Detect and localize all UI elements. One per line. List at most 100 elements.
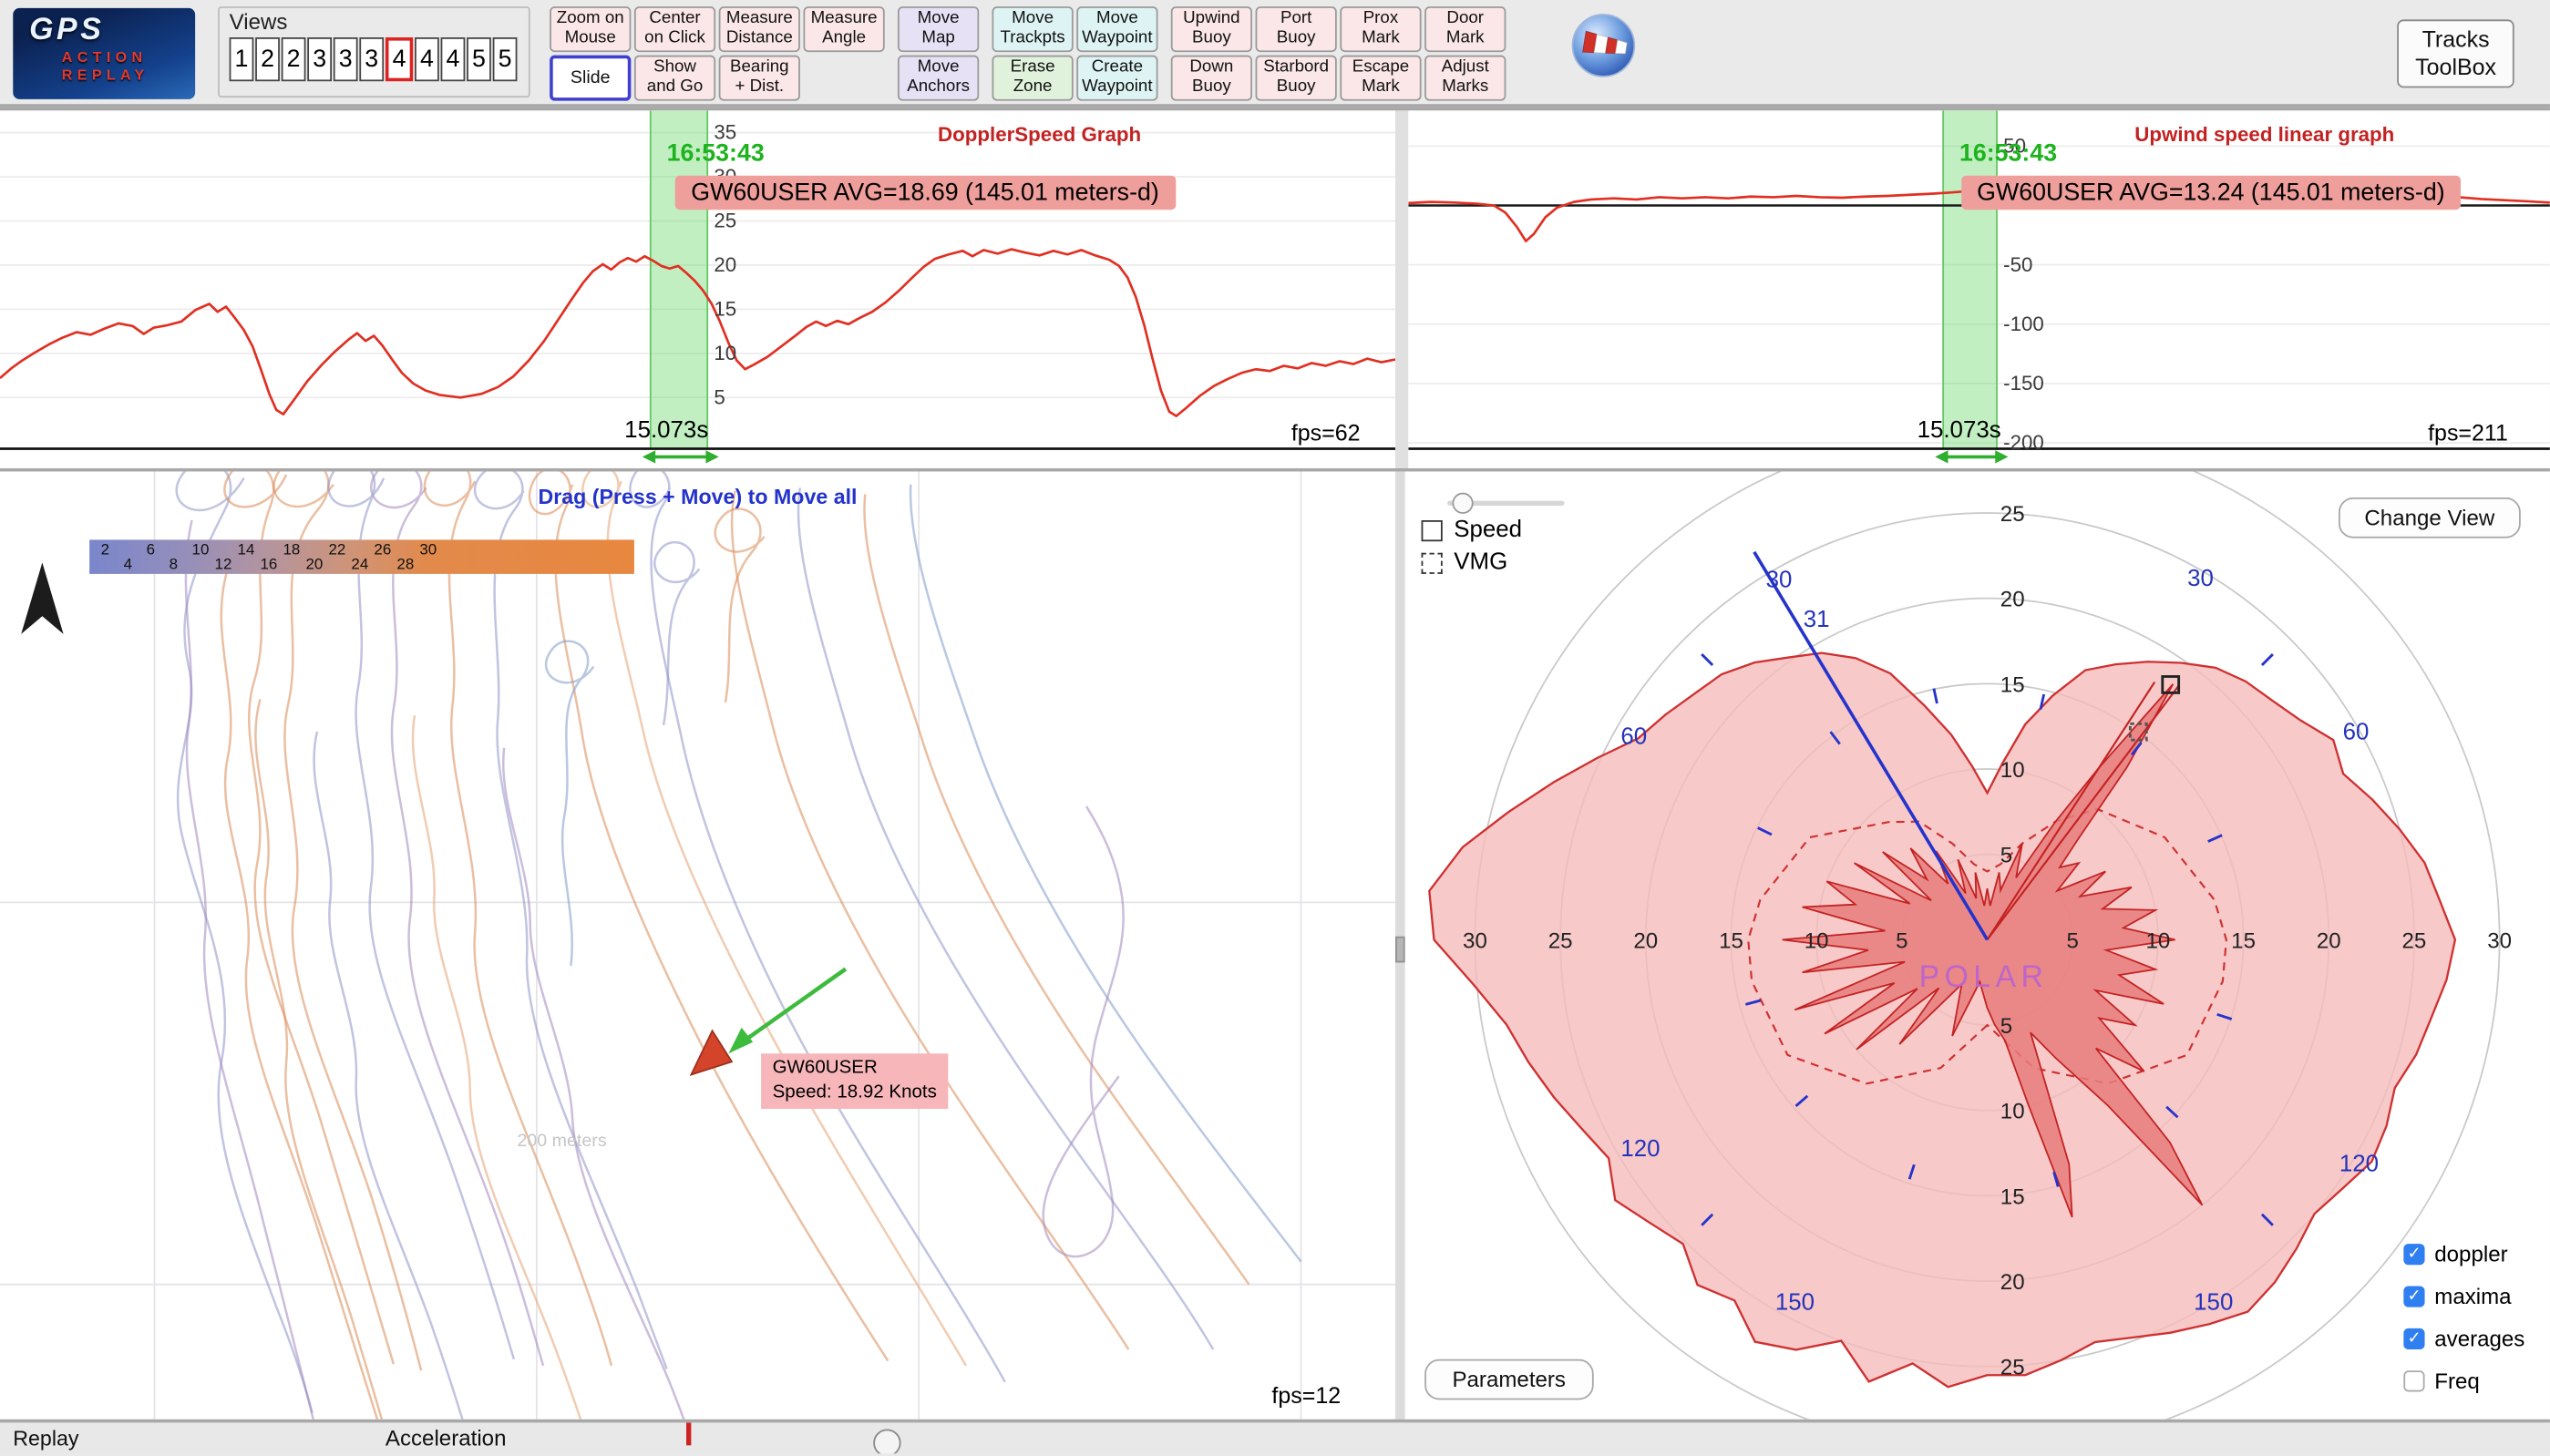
- move-anchors-button[interactable]: Move Anchors: [898, 56, 979, 101]
- polar-slider[interactable]: [1447, 501, 1564, 506]
- scale-number: 2: [101, 541, 109, 559]
- fps-label: fps=211: [2428, 419, 2508, 446]
- maxima-checkbox[interactable]: ✓: [2403, 1286, 2424, 1307]
- averages-checkbox[interactable]: ✓: [2403, 1328, 2424, 1348]
- change-view-button[interactable]: Change View: [2339, 497, 2521, 538]
- avg-speed-label: GW60USER AVG=13.24 (145.01 meters-d): [1960, 176, 2461, 210]
- starbord-buoy-button[interactable]: Starbord Buoy: [1256, 56, 1337, 101]
- scale-number: 6: [147, 541, 155, 559]
- erase-zone-button[interactable]: Erase Zone: [992, 56, 1073, 101]
- speed-label: Speed: [1454, 517, 1522, 543]
- svg-text:10: 10: [2000, 1100, 2025, 1124]
- view-button-9[interactable]: 4: [441, 37, 466, 81]
- doppler-label: doppler: [2434, 1241, 2507, 1266]
- measure-angle-button[interactable]: Measure Angle: [803, 6, 884, 52]
- door-mark-button[interactable]: Door Mark: [1424, 6, 1506, 52]
- svg-text:15: 15: [1719, 928, 1743, 953]
- strip-knob[interactable]: [873, 1429, 900, 1452]
- view-button-11[interactable]: 5: [493, 37, 518, 81]
- move-waypoint-button[interactable]: Move Waypoint: [1076, 6, 1157, 52]
- display-check-vmg[interactable]: VMG: [1422, 549, 1523, 576]
- map-scale-label: 200 meters: [517, 1132, 606, 1151]
- view-button-10[interactable]: 5: [467, 37, 491, 81]
- polar-plot[interactable]: 5555101010101515151520202020252525253030…: [1405, 471, 2550, 1419]
- splitter-handle[interactable]: [1395, 937, 1405, 963]
- measure-distance-button[interactable]: Measure Distance: [719, 6, 800, 52]
- toolbar: GPS ACTION REPLAY Views 12233344455 Zoom…: [0, 0, 2550, 108]
- show-and-go-button[interactable]: Show and Go: [634, 56, 715, 101]
- map-panel: Drag (Press + Move) to Move all 26101418…: [0, 471, 1395, 1419]
- panel-divider: [1395, 110, 1408, 468]
- view-button-5[interactable]: 3: [334, 37, 358, 81]
- svg-text:20: 20: [1633, 928, 1658, 953]
- bottom-row: Drag (Press + Move) to Move all 2 6 10 14 18…: [0, 471, 2550, 1419]
- prox-mark-button[interactable]: Prox Mark: [1340, 6, 1421, 52]
- app-window: GPS ACTION REPLAY Views 12233344455 Zoom…: [0, 0, 2550, 1456]
- view-button-6[interactable]: 3: [359, 37, 384, 81]
- svg-text:25: 25: [2000, 1356, 2025, 1380]
- freq-checkbox[interactable]: [2403, 1369, 2424, 1390]
- svg-text:5: 5: [2000, 844, 2012, 868]
- cursor-time-label: 16:53:43: [667, 139, 765, 167]
- slide-button[interactable]: Slide: [550, 56, 631, 101]
- slider-knob[interactable]: [1452, 493, 1473, 514]
- move-map-button[interactable]: Move Map: [898, 6, 979, 52]
- layer-check-doppler[interactable]: ✓ doppler: [2403, 1233, 2524, 1275]
- drag-hint-label: Drag (Press + Move) to Move all: [0, 485, 1395, 509]
- svg-text:15: 15: [714, 298, 736, 321]
- svg-text:20: 20: [2000, 588, 2025, 612]
- move-trackpts-button[interactable]: Move Trackpts: [992, 6, 1073, 52]
- tracks-toolbox-line2: ToolBox: [2415, 54, 2496, 80]
- down-buoy-button[interactable]: Down Buoy: [1171, 56, 1252, 101]
- app-logo: GPS ACTION REPLAY: [13, 8, 195, 99]
- center-on-click-button[interactable]: Center on Click: [634, 6, 715, 52]
- view-button-3[interactable]: 2: [282, 37, 306, 81]
- svg-text:5: 5: [1896, 928, 1907, 953]
- scale-number: 8: [170, 556, 178, 574]
- view-button-7[interactable]: 4: [386, 37, 413, 81]
- svg-text:150: 150: [2194, 1290, 2233, 1316]
- svg-text:5: 5: [714, 385, 725, 408]
- port-buoy-button[interactable]: Port Buoy: [1256, 6, 1337, 52]
- scale-number: 30: [419, 541, 437, 559]
- scale-number: 18: [283, 541, 300, 559]
- layer-check-freq[interactable]: Freq: [2403, 1359, 2524, 1401]
- display-check-speed[interactable]: Speed: [1422, 517, 1523, 543]
- adjust-marks-button[interactable]: Adjust Marks: [1424, 56, 1506, 101]
- svg-text:25: 25: [2000, 502, 2025, 527]
- toolbar-button-grid: Zoom on MouseSlideCenter on ClickShow an…: [550, 6, 1509, 100]
- scale-number: 24: [351, 556, 368, 574]
- zoom-on-mouse-button[interactable]: Zoom on Mouse: [550, 6, 631, 52]
- svg-text:30: 30: [1463, 928, 1487, 953]
- tracks-toolbox-button[interactable]: Tracks ToolBox: [2398, 19, 2514, 87]
- vmg-checkbox-icon[interactable]: [1422, 552, 1443, 573]
- view-button-4[interactable]: 3: [307, 37, 332, 81]
- layer-check-maxima[interactable]: ✓maxima: [2403, 1275, 2524, 1317]
- display-mode-checks: Speed VMG: [1422, 517, 1523, 581]
- cursor-time-label: 16:53:43: [1959, 139, 2057, 167]
- bearing-dist-button[interactable]: Bearing + Dist.: [719, 56, 800, 101]
- svg-text:10: 10: [1805, 928, 1829, 953]
- svg-text:30: 30: [2487, 928, 2512, 953]
- doppler-speed-graph-panel: 3530252015105 DopplerSpeed Graph GW60USE…: [0, 110, 1395, 468]
- boat-speed: Speed: 18.92 Knots: [773, 1082, 937, 1106]
- replay-label[interactable]: Replay: [13, 1426, 78, 1451]
- svg-text:10: 10: [2146, 928, 2171, 953]
- parameters-button[interactable]: Parameters: [1424, 1359, 1593, 1400]
- layer-check-averages[interactable]: ✓averages: [2403, 1317, 2524, 1359]
- track-map[interactable]: [0, 471, 1395, 1419]
- view-button-8[interactable]: 4: [415, 37, 439, 81]
- doppler-checkbox[interactable]: ✓: [2403, 1243, 2424, 1264]
- svg-text:25: 25: [1548, 928, 1573, 953]
- logo-replay-text: REPLAY: [13, 67, 195, 85]
- graphs-row: 3530252015105 DopplerSpeed Graph GW60USE…: [0, 110, 2550, 468]
- escape-mark-button[interactable]: Escape Mark: [1340, 56, 1421, 101]
- red-tick: [686, 1422, 690, 1445]
- avg-speed-label: GW60USER AVG=18.69 (145.01 meters-d): [674, 176, 1175, 210]
- speed-checkbox-icon[interactable]: [1422, 519, 1443, 540]
- scale-number: 14: [238, 541, 255, 559]
- upwind-buoy-button[interactable]: Upwind Buoy: [1171, 6, 1252, 52]
- create-waypoint-button[interactable]: Create Waypoint: [1076, 56, 1157, 101]
- view-button-2[interactable]: 2: [255, 37, 280, 81]
- view-button-1[interactable]: 1: [230, 37, 254, 81]
